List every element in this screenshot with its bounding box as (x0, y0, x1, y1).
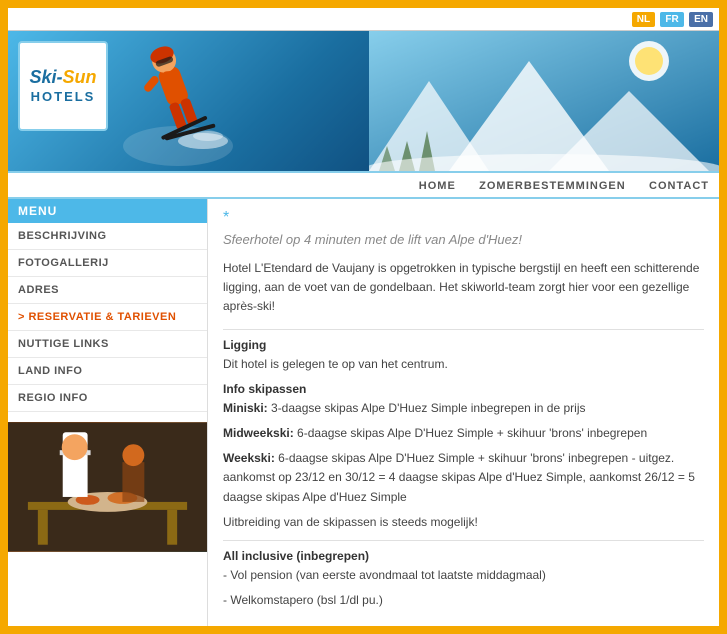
lang-fr-button[interactable]: FR (660, 12, 683, 27)
allinclusive-item-2: - Welkomstapero (bsl 1/dl pu.) (223, 591, 704, 610)
sidebar-item-landinfo[interactable]: LAND INFO (8, 358, 207, 385)
divider-2 (223, 540, 704, 541)
section-title-allinclusive: All inclusive (inbegrepen) (223, 549, 704, 563)
sidebar-item-reservatie[interactable]: > RESERVATIE & TARIEVEN (8, 304, 207, 331)
divider-1 (223, 329, 704, 330)
nav-home[interactable]: HOME (419, 180, 456, 192)
sidebar-item-beschrijving[interactable]: BESCHRIJVING (8, 223, 207, 250)
content-tagline: Sfeerhotel op 4 minuten met de lift van … (223, 232, 704, 247)
skipas-uitbreiding: Uitbreiding van de skipassen is steeds m… (223, 513, 704, 532)
skipas-weekski: Weekski: 6-daagse skipas Alpe D'Huez Sim… (223, 449, 704, 507)
sidebar-menu-header: MENU (8, 199, 207, 223)
sidebar-image (8, 422, 207, 552)
skipas-weekski-text: 6-daagse skipas Alpe D'Huez Simple + ski… (223, 451, 695, 503)
skipas-midweekski: Midweekski: 6-daagse skipas Alpe D'Huez … (223, 424, 704, 443)
header-banner: Ski-Sun HOTELS (8, 31, 719, 171)
content-intro: Hotel L'Etendard de Vaujany is opgetrokk… (223, 259, 704, 317)
skipas-miniski: Miniski: 3-daagse skipas Alpe D'Huez Sim… (223, 399, 704, 418)
skipas-miniski-label: Miniski: (223, 401, 268, 415)
section-title-skipassen: Info skipassen (223, 382, 704, 396)
mountain-scene (369, 31, 719, 171)
logo-ski: Ski- (29, 67, 62, 87)
lang-en-button[interactable]: EN (689, 12, 713, 27)
logo: Ski-Sun HOTELS (18, 41, 108, 131)
main-layout: MENU BESCHRIJVING FOTOGALLERIJ ADRES > R… (8, 199, 719, 626)
lang-nl-button[interactable]: NL (632, 12, 655, 27)
sidebar-item-adres[interactable]: ADRES (8, 277, 207, 304)
logo-hotels: HOTELS (31, 89, 96, 104)
logo-sun: Sun (63, 67, 97, 87)
content-star: * (223, 209, 704, 227)
nav-zomerbestemmingen[interactable]: ZOMERBESTEMMINGEN (479, 180, 626, 192)
language-bar: NL FR EN (8, 8, 719, 31)
navigation-bar: HOME ZOMERBESTEMMINGEN CONTACT (8, 171, 719, 199)
content-area: * Sfeerhotel op 4 minuten met de lift va… (208, 199, 719, 626)
sidebar-item-regioinfo[interactable]: REGIO INFO (8, 385, 207, 412)
sidebar-image-bg (8, 422, 207, 552)
allinclusive-item-1: - Vol pension (van eerste avondmaal tot … (223, 566, 704, 585)
skier-illustration (118, 36, 238, 166)
sidebar-item-fotogallerij[interactable]: FOTOGALLERIJ (8, 250, 207, 277)
section-text-ligging: Dit hotel is gelegen te op van het centr… (223, 355, 704, 374)
nav-contact[interactable]: CONTACT (649, 180, 709, 192)
skipas-weekski-label: Weekski: (223, 451, 275, 465)
sidebar-item-links[interactable]: NUTTIGE LINKS (8, 331, 207, 358)
skipas-midweekski-label: Midweekski: (223, 426, 294, 440)
section-title-ligging: Ligging (223, 338, 704, 352)
sidebar: MENU BESCHRIJVING FOTOGALLERIJ ADRES > R… (8, 199, 208, 626)
